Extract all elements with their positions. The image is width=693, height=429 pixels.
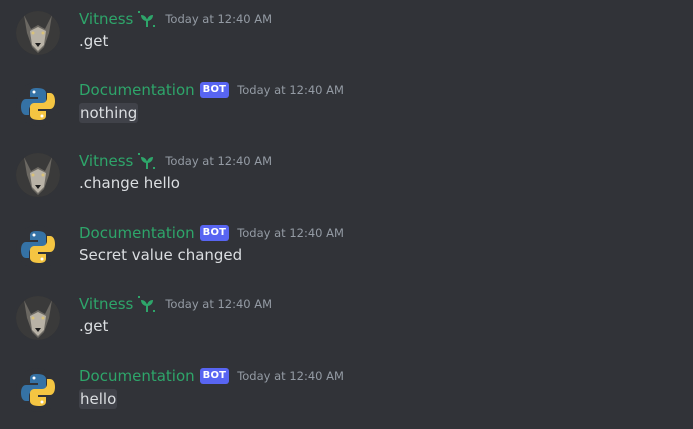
message-header: Documentation BOT Today at 12:40 AM [79,365,344,387]
bot-badge: BOT [199,225,230,241]
username[interactable]: Documentation [79,367,195,385]
username[interactable]: Vitness [79,152,133,170]
message-header: Documentation BOT Today at 12:40 AM [79,222,344,244]
bot-badge: BOT [199,82,230,98]
timestamp: Today at 12:40 AM [237,226,344,240]
message-item: Documentation BOT Today at 12:40 AM hell… [0,365,693,425]
message-header: Vitness Today at 12:40 AM [79,8,272,30]
message-item: Vitness Today at 12:40 AM .get [0,293,693,353]
timestamp: Today at 12:40 AM [165,297,273,311]
message-item: Vitness Today at 12:40 AM .change hello [0,150,693,210]
python-logo-icon[interactable] [16,368,60,412]
message-header: Documentation BOT Today at 12:40 AM [79,79,344,101]
message-item: Vitness Today at 12:40 AM .get [0,8,693,68]
wolf-avatar-icon[interactable] [16,11,60,55]
username[interactable]: Vitness [79,295,133,313]
timestamp: Today at 12:40 AM [165,12,273,26]
bot-badge: BOT [199,368,230,384]
message-text: .change hello [79,174,180,192]
timestamp: Today at 12:40 AM [165,154,273,168]
message-text: .get [79,32,109,50]
message-text: Secret value changed [79,246,243,264]
message-text: hello [79,389,118,409]
username[interactable]: Documentation [79,224,195,242]
python-logo-icon[interactable] [16,82,60,126]
sprout-icon [138,153,156,169]
message-text: .get [79,317,109,335]
username[interactable]: Documentation [79,81,195,99]
message-text: nothing [79,103,139,123]
wolf-avatar-icon[interactable] [16,296,60,340]
wolf-avatar-icon[interactable] [16,153,60,197]
timestamp: Today at 12:40 AM [237,369,344,383]
python-logo-icon[interactable] [16,225,60,269]
sprout-icon [138,296,156,312]
username[interactable]: Vitness [79,10,133,28]
message-header: Vitness Today at 12:40 AM [79,150,272,172]
sprout-icon [138,11,156,27]
message-item: Documentation BOT Today at 12:40 AM noth… [0,79,693,139]
message-item: Documentation BOT Today at 12:40 AM Secr… [0,222,693,282]
timestamp: Today at 12:40 AM [237,83,344,97]
message-header: Vitness Today at 12:40 AM [79,293,272,315]
